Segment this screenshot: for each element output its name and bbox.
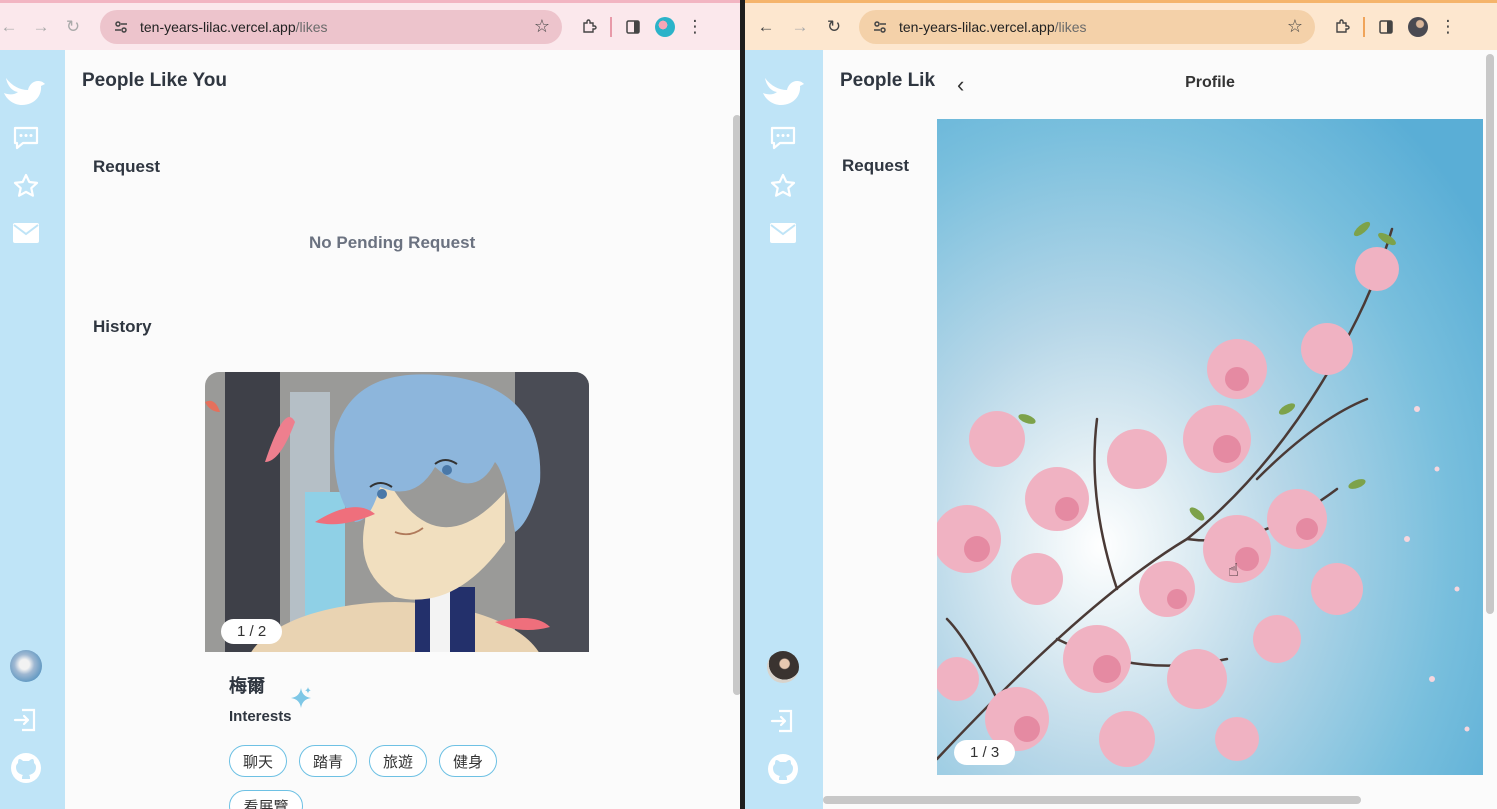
vertical-scrollbar[interactable] <box>1486 54 1494 614</box>
logout-icon[interactable] <box>12 706 40 739</box>
github-icon[interactable] <box>767 753 799 790</box>
page-title: People Like You <box>82 70 228 91</box>
request-heading: Request <box>842 156 910 175</box>
reload-icon[interactable]: ↻ <box>821 14 847 40</box>
likes-page: People Lik Request ‹ Profile 1 / 3 ☝ <box>823 50 1497 809</box>
address-bar[interactable]: ten-years-lilac.vercel.app/likes ☆ <box>859 9 1315 44</box>
toolbar-separator <box>1363 16 1365 37</box>
mail-icon[interactable] <box>769 222 797 249</box>
extensions-icon[interactable] <box>1329 14 1355 40</box>
profile-photo[interactable] <box>205 372 589 652</box>
profile-avatar[interactable] <box>1405 14 1431 40</box>
side-panel-icon[interactable] <box>620 14 646 40</box>
interests-heading: Interests <box>229 708 292 725</box>
side-panel-icon[interactable] <box>1373 14 1399 40</box>
forward-icon[interactable]: → <box>28 14 54 40</box>
bookmark-star-icon[interactable]: ☆ <box>534 16 550 37</box>
app-sidebar <box>0 50 65 809</box>
url-path: /likes <box>295 18 328 35</box>
logout-icon[interactable] <box>769 707 797 740</box>
url-path: /likes <box>1054 18 1087 35</box>
star-icon[interactable] <box>769 172 797 205</box>
profile-panel-header: ‹ Profile <box>937 50 1483 118</box>
vertical-scrollbar[interactable] <box>733 115 740 695</box>
back-icon[interactable]: ← <box>753 14 779 40</box>
photo-pager: 1 / 2 <box>221 619 283 644</box>
no-request-text: No Pending Request <box>309 233 476 252</box>
url-host: ten-years-lilac.vercel.app <box>140 18 296 35</box>
chat-icon[interactable] <box>12 125 40 156</box>
interest-tag[interactable]: 看展覽 <box>229 790 303 809</box>
sparkle-icon <box>289 686 313 715</box>
profile-avatar[interactable] <box>652 14 678 40</box>
avatar[interactable] <box>767 651 799 683</box>
site-settings-icon[interactable] <box>871 18 889 36</box>
mail-icon[interactable] <box>12 222 40 249</box>
page-title: People Lik <box>840 70 936 91</box>
browser-toolbar: ← → ↻ ten-years-lilac.vercel.app/likes ☆… <box>745 0 1497 50</box>
interest-tag[interactable]: 健身 <box>439 745 497 777</box>
history-heading: History <box>93 317 152 336</box>
back-icon[interactable]: ← <box>0 14 22 40</box>
extensions-icon[interactable] <box>576 14 602 40</box>
right-browser-window: ← → ↻ ten-years-lilac.vercel.app/likes ☆… <box>745 0 1497 809</box>
toolbar-separator <box>610 16 612 37</box>
address-bar[interactable]: ten-years-lilac.vercel.app/likes ☆ <box>100 9 562 44</box>
app-sidebar <box>745 50 823 809</box>
forward-icon[interactable]: → <box>787 14 813 40</box>
menu-icon[interactable]: ⋮ <box>1435 14 1461 40</box>
likes-page: People Like You Request No Pending Reque… <box>65 50 740 809</box>
avatar[interactable] <box>10 650 42 682</box>
chat-icon[interactable] <box>769 125 797 156</box>
request-heading: Request <box>93 157 161 176</box>
left-browser-window: ← → ↻ ten-years-lilac.vercel.app/likes ☆… <box>0 0 740 809</box>
github-icon[interactable] <box>10 752 42 789</box>
photo-pager: 1 / 3 <box>954 740 1016 765</box>
browser-toolbar: ← → ↻ ten-years-lilac.vercel.app/likes ☆… <box>0 0 740 50</box>
profile-name: 梅爾 <box>229 676 265 696</box>
profile-title: Profile <box>1185 74 1235 91</box>
profile-photo[interactable] <box>937 119 1483 775</box>
bookmark-star-icon[interactable]: ☆ <box>1287 16 1303 37</box>
menu-icon[interactable]: ⋮ <box>682 14 708 40</box>
interest-tag[interactable]: 旅遊 <box>369 745 427 777</box>
bird-logo-icon[interactable] <box>761 72 805 113</box>
bird-logo-icon[interactable] <box>2 72 46 113</box>
pointer-cursor-icon: ☝ <box>1228 560 1239 580</box>
star-icon[interactable] <box>12 172 40 205</box>
horizontal-scrollbar[interactable] <box>823 796 1361 804</box>
site-settings-icon[interactable] <box>112 18 130 36</box>
interest-tag[interactable]: 聊天 <box>229 745 287 777</box>
reload-icon[interactable]: ↻ <box>60 14 86 40</box>
url-host: ten-years-lilac.vercel.app <box>899 18 1055 35</box>
interest-tag[interactable]: 踏青 <box>299 745 357 777</box>
